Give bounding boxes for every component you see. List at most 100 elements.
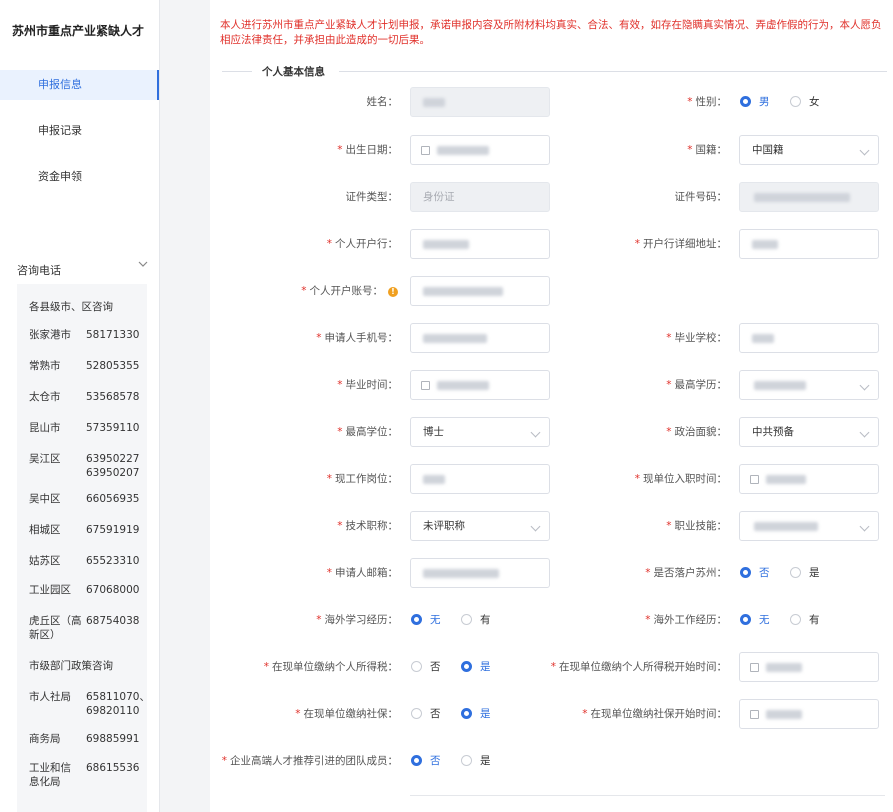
chevron-down-icon xyxy=(859,380,870,391)
id-number-label: 证件号码： xyxy=(674,191,728,203)
divider xyxy=(410,795,885,796)
main-form: 本人进行苏州市重点产业紧缺人才计划申报，承诺申报内容及所附材料均真实、合法、有效… xyxy=(210,0,893,812)
grad-time-picker[interactable] xyxy=(410,370,550,400)
consult-row: 虎丘区（高新区） 68754038 xyxy=(29,614,141,644)
consult-phone: 68754038 xyxy=(86,615,140,627)
team-radio-yes[interactable]: 是 xyxy=(461,746,491,776)
commitment-notice: 本人进行苏州市重点产业紧缺人才计划申报，承诺申报内容及所附材料均真实、合法、有效… xyxy=(220,19,882,46)
overseas-study-radio-yes[interactable]: 有 xyxy=(461,605,491,635)
team-radio-no[interactable]: 否 xyxy=(411,746,441,776)
bank-address-input[interactable] xyxy=(739,229,879,259)
chevron-down-icon xyxy=(859,145,870,156)
title-select[interactable]: 未评职称 xyxy=(410,511,550,541)
chevron-down-icon[interactable] xyxy=(137,258,149,270)
consult-name: 工业和信息化局 xyxy=(29,762,71,788)
brand-title: 苏州市重点产业紧缺人才 xyxy=(12,24,145,38)
chevron-down-icon xyxy=(530,427,541,438)
title-label: * 技术职称： xyxy=(337,520,398,532)
phone-input[interactable] xyxy=(410,323,550,353)
social-label: * 在现单位缴纳社保： xyxy=(295,708,398,720)
consult-phone: 63950227 63950207 xyxy=(86,453,140,479)
name-input[interactable] xyxy=(410,87,550,117)
education-select[interactable] xyxy=(739,370,879,400)
id-number-input[interactable] xyxy=(739,182,879,212)
position-label: * 现工作岗位： xyxy=(326,473,398,485)
tax-radio-no[interactable]: 否 xyxy=(411,652,441,682)
calendar-icon xyxy=(750,663,759,672)
birth-label: * 出生日期： xyxy=(337,144,398,156)
consult-name: 姑苏区 xyxy=(29,555,61,567)
calendar-icon xyxy=(421,381,430,390)
grad-time-label: * 毕业时间： xyxy=(337,379,398,391)
chevron-down-icon xyxy=(859,521,870,532)
warning-icon[interactable]: ! xyxy=(388,287,398,297)
consult-name: 商务局 xyxy=(29,733,61,745)
account-input[interactable] xyxy=(410,276,550,306)
consult-phone: 67068000 xyxy=(86,584,140,596)
position-input[interactable] xyxy=(410,464,550,494)
overseas-work-radio-no[interactable]: 无 xyxy=(740,605,770,635)
gender-radio-male[interactable]: 男 xyxy=(740,87,770,117)
tax-radio-yes[interactable]: 是 xyxy=(461,652,491,682)
consult-phone: 53568578 xyxy=(86,391,140,403)
consult-phone: 67591919 xyxy=(86,524,140,536)
social-radio-no[interactable]: 否 xyxy=(411,699,441,729)
consult-phone: 65811070、69820110 xyxy=(86,691,147,717)
skill-select[interactable] xyxy=(739,511,879,541)
nav-item-apply-info[interactable]: 申报信息 xyxy=(0,70,159,100)
gender-radio-female[interactable]: 女 xyxy=(790,87,820,117)
bank-address-label: * 开户行详细地址： xyxy=(634,238,727,250)
consult-phone: 52805355 xyxy=(86,360,140,372)
nav-item-fund-claim[interactable]: 资金申领 xyxy=(0,162,159,192)
name-label: 姓名： xyxy=(366,96,399,108)
school-input[interactable] xyxy=(739,323,879,353)
overseas-work-radio-yes[interactable]: 有 xyxy=(790,605,820,635)
chevron-down-icon xyxy=(530,521,541,532)
consult-name: 工业园区 xyxy=(29,584,71,596)
consult-name: 张家港市 xyxy=(29,329,71,341)
overseas-work-label: * 海外工作经历： xyxy=(645,614,727,626)
bank-label: * 个人开户行： xyxy=(326,238,398,250)
id-type-input[interactable]: 身份证 xyxy=(410,182,550,212)
political-select[interactable]: 中共预备 xyxy=(739,417,879,447)
overseas-study-radio-no[interactable]: 无 xyxy=(411,605,441,635)
social-radio-yes[interactable]: 是 xyxy=(461,699,491,729)
skill-label: * 职业技能： xyxy=(666,520,727,532)
tax-start-label: * 在现单位缴纳个人所得税开始时间： xyxy=(550,661,727,673)
birth-date-picker[interactable] xyxy=(410,135,550,165)
hukou-radio-no[interactable]: 否 xyxy=(740,558,770,588)
degree-label: * 最高学位： xyxy=(337,426,398,438)
overseas-study-label: * 海外学习经历： xyxy=(316,614,398,626)
education-label: * 最高学历： xyxy=(666,379,727,391)
social-start-picker[interactable] xyxy=(739,699,879,729)
entry-time-picker[interactable] xyxy=(739,464,879,494)
calendar-icon xyxy=(750,710,759,719)
school-label: * 毕业学校： xyxy=(666,332,727,344)
hukou-radio-yes[interactable]: 是 xyxy=(790,558,820,588)
email-input[interactable] xyxy=(410,558,550,588)
bank-input[interactable] xyxy=(410,229,550,259)
consult-phone: 69885991 xyxy=(86,733,140,745)
consult-title: 咨询电话 xyxy=(17,264,61,277)
tax-start-picker[interactable] xyxy=(739,652,879,682)
email-label: * 申请人邮箱： xyxy=(326,567,398,579)
consult-phone: 68615536 xyxy=(86,762,140,774)
sidebar: 苏州市重点产业紧缺人才 申报信息 申报记录 资金申领 咨询电话 各县级市、区咨询… xyxy=(0,0,160,812)
social-start-label: * 在现单位缴纳社保开始时间： xyxy=(582,708,727,720)
consult-name: 常熟市 xyxy=(29,360,61,372)
consult-name: 太仓市 xyxy=(29,391,61,403)
nationality-select[interactable]: 中国籍 xyxy=(739,135,879,165)
nationality-label: * 国籍： xyxy=(687,144,727,156)
consult-phone: 58171330 xyxy=(86,329,140,341)
phone-label: * 申请人手机号： xyxy=(316,332,398,344)
degree-select[interactable]: 博士 xyxy=(410,417,550,447)
id-type-label: 证件类型： xyxy=(345,191,399,203)
consult-list: 各县级市、区咨询 张家港市 58171330 常熟市 52805355 太仓市 535… xyxy=(17,284,147,812)
consult-group-city: 市级部门政策咨询 xyxy=(29,660,113,672)
consult-name: 吴中区 xyxy=(29,493,61,505)
consult-name: 虎丘区（高新区） xyxy=(29,615,82,641)
gender-label: * 性别： xyxy=(687,96,727,108)
nav-item-apply-records[interactable]: 申报记录 xyxy=(0,116,159,146)
consult-group-county: 各县级市、区咨询 xyxy=(29,301,113,313)
chevron-down-icon xyxy=(859,427,870,438)
